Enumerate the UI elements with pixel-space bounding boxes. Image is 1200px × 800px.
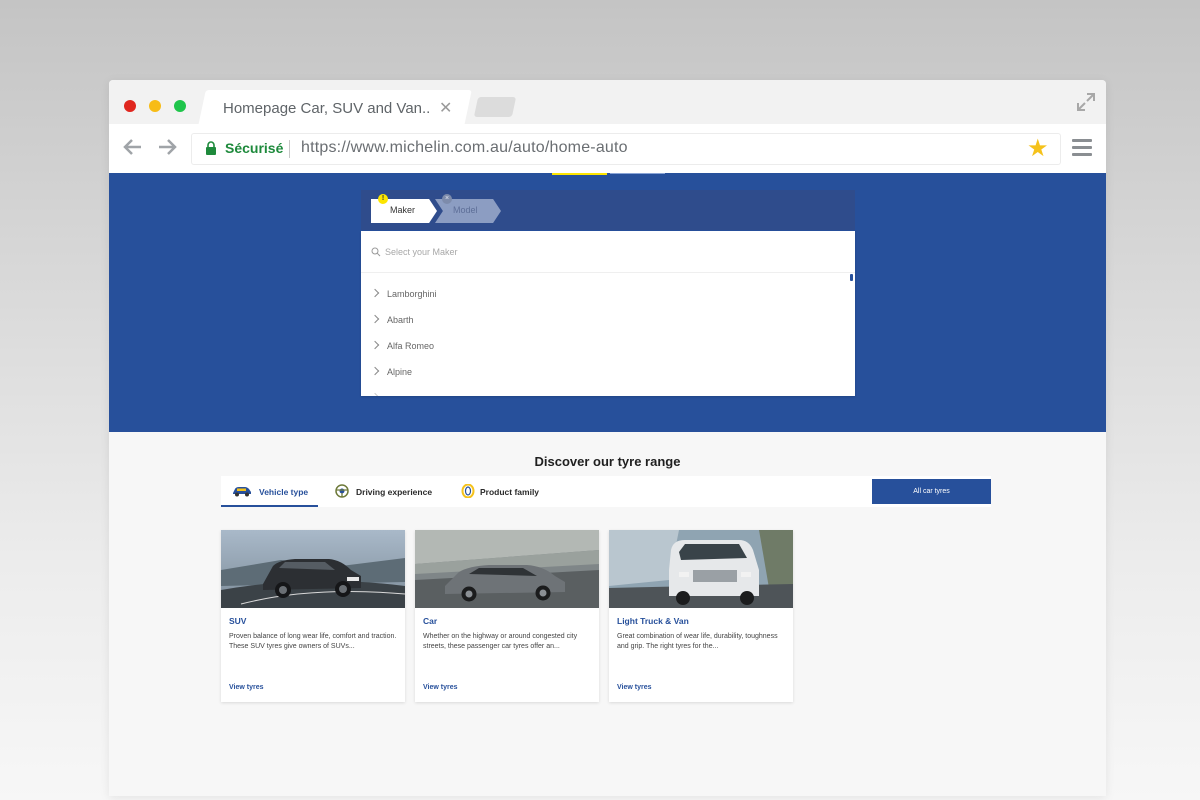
tab-vehicle-type[interactable]: Vehicle type: [221, 476, 318, 507]
tyre-card-van[interactable]: Light Truck & Van Great combination of w…: [609, 530, 793, 702]
chevron-right-icon: [370, 392, 380, 396]
hero-tab-underline-secondary: [610, 173, 665, 174]
tab-label: Product family: [480, 487, 540, 497]
tab-product-family[interactable]: Product family: [459, 476, 559, 507]
maker-dropdown-panel: Lamborghini Abarth Alfa Romeo Alpin: [361, 231, 855, 396]
maker-list-item[interactable]: Lamborghini: [361, 283, 851, 309]
chevron-right-icon: [370, 340, 380, 350]
maker-search-row: [361, 231, 855, 273]
url-text[interactable]: https://www.michelin.com.au/auto/home-au…: [301, 139, 628, 157]
lock-icon: [206, 141, 216, 155]
tab-title: Homepage Car, SUV and Van..: [223, 100, 431, 117]
chevron-right-icon: [370, 288, 380, 298]
web-page: ! Maker × Model Select your Maker Lambor…: [109, 173, 1106, 796]
card-title: SUV: [229, 616, 247, 626]
view-tyres-link[interactable]: View tyres: [617, 684, 652, 691]
view-tyres-link[interactable]: View tyres: [229, 684, 264, 691]
suv-image: [221, 530, 405, 608]
active-tab-underline: [221, 505, 318, 507]
maker-list-item[interactable]: Alpine: [361, 361, 851, 387]
vehicle-selector: ! Maker × Model Select your Maker Lambor…: [361, 190, 855, 396]
dropdown-scrollbar[interactable]: [850, 274, 853, 281]
address-bar[interactable]: Sécurisé https://www.michelin.com.au/aut…: [191, 133, 1061, 165]
chevron-right-icon: [370, 314, 380, 324]
maximize-window-button[interactable]: [174, 100, 186, 112]
forward-arrow-icon[interactable]: [156, 136, 178, 158]
van-image: [609, 530, 793, 608]
step-maker-badge: !: [378, 194, 388, 204]
maker-search-input[interactable]: [385, 243, 825, 261]
tab-driving-experience[interactable]: Driving experience: [333, 476, 443, 507]
minimize-window-button[interactable]: [149, 100, 161, 112]
card-title: Light Truck & Van: [617, 616, 689, 626]
step-maker-label[interactable]: Maker: [390, 205, 415, 215]
maker-list-item-partial[interactable]: [361, 387, 851, 396]
maker-label: Alfa Romeo: [387, 341, 435, 351]
maker-list-item[interactable]: Alfa Romeo: [361, 335, 851, 361]
hero-section: ! Maker × Model Select your Maker Lambor…: [109, 173, 1106, 432]
view-tyres-link[interactable]: View tyres: [423, 684, 458, 691]
tyre-icon: [461, 484, 475, 498]
maker-list-item[interactable]: Abarth: [361, 309, 851, 335]
browser-window: Homepage Car, SUV and Van.. ✕ Sécurisé h…: [109, 80, 1106, 796]
car-image: [415, 530, 599, 608]
maker-label: Alpine: [387, 367, 413, 377]
card-description: Whether on the highway or around congest…: [423, 633, 578, 650]
search-icon: [371, 247, 381, 257]
tab-close-icon[interactable]: ✕: [439, 98, 452, 118]
hero-tab-underline: [552, 173, 607, 175]
bookmark-star-icon[interactable]: ★: [1027, 137, 1049, 161]
fullscreen-icon[interactable]: [1076, 92, 1096, 112]
maker-label: Lamborghini: [387, 289, 437, 299]
card-title: Car: [423, 616, 438, 626]
car-icon: [233, 487, 251, 497]
tyre-card-car[interactable]: Car Whether on the highway or around con…: [415, 530, 599, 702]
title-bar: Homepage Car, SUV and Van.. ✕: [109, 80, 1106, 126]
back-arrow-icon[interactable]: [122, 136, 144, 158]
tab-label: Vehicle type: [259, 487, 309, 497]
hamburger-menu-icon[interactable]: [1072, 139, 1092, 157]
tyre-card-suv[interactable]: SUV Proven balance of long wear life, co…: [221, 530, 405, 702]
step-model-label[interactable]: Model: [453, 205, 478, 215]
steering-wheel-icon: [335, 484, 349, 498]
chevron-right-icon: [370, 366, 380, 376]
card-description: Proven balance of long wear life, comfor…: [229, 633, 397, 650]
maker-list: Lamborghini Abarth Alfa Romeo Alpine: [361, 283, 851, 396]
browser-tab-content[interactable]: Homepage Car, SUV and Van.. ✕: [223, 90, 463, 126]
card-description: Great combination of wear life, durabili…: [617, 633, 778, 650]
browser-toolbar: Sécurisé https://www.michelin.com.au/aut…: [109, 124, 1106, 173]
step-model-badge: ×: [442, 194, 452, 204]
close-window-button[interactable]: [124, 100, 136, 112]
all-car-tyres-button[interactable]: All car tyres: [872, 479, 991, 504]
tab-label: Driving experience: [356, 487, 433, 497]
discover-title: Discover our tyre range: [534, 454, 681, 469]
selector-steps: ! Maker × Model: [361, 190, 855, 230]
new-tab-button[interactable]: [473, 97, 517, 117]
maker-label: Abarth: [387, 315, 414, 325]
secure-label: Sécurisé: [225, 140, 284, 156]
address-divider: [289, 140, 290, 158]
